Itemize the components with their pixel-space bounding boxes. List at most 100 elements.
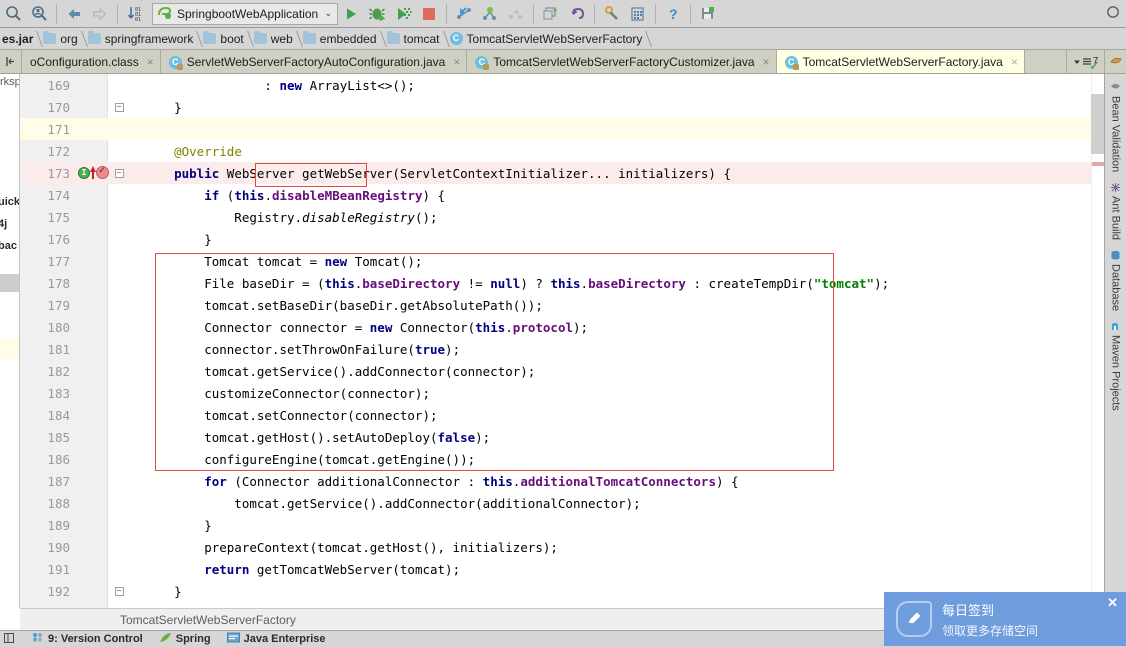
code-line[interactable]: 185 tomcat.getHost().setAutoDeploy(false… xyxy=(20,426,1098,448)
fold-collapse-icon[interactable]: − xyxy=(114,102,124,112)
fold-marker[interactable] xyxy=(108,140,130,162)
tool-window-version-control[interactable]: 9: Version Control xyxy=(32,632,143,646)
debug-icon[interactable] xyxy=(364,2,390,26)
tool-window-spring[interactable]: Spring xyxy=(159,632,211,646)
gutter-markers[interactable] xyxy=(76,140,108,162)
code-line[interactable]: 171 xyxy=(20,118,1098,140)
gutter-markers[interactable]: I xyxy=(76,162,109,184)
code-text[interactable]: @Override xyxy=(130,144,242,159)
code-line[interactable]: 182 tomcat.getService().addConnector(con… xyxy=(20,360,1098,382)
fold-marker[interactable] xyxy=(108,184,130,206)
save-all-icon[interactable] xyxy=(695,2,721,26)
gutter-markers[interactable] xyxy=(76,382,108,404)
fold-marker[interactable] xyxy=(108,382,130,404)
fold-marker[interactable] xyxy=(108,426,130,448)
code-line[interactable]: 172 @Override xyxy=(20,140,1098,162)
fold-marker[interactable] xyxy=(108,492,130,514)
daily-checkin-notification[interactable]: 每日签到 领取更多存储空间 ✕ xyxy=(884,592,1126,646)
gutter-markers[interactable] xyxy=(76,360,108,382)
code-text[interactable]: connector.setThrowOnFailure(true); xyxy=(130,342,460,357)
code-line[interactable]: 170 − } xyxy=(20,96,1098,118)
fold-marker[interactable] xyxy=(108,206,130,228)
code-line[interactable]: 174 if (this.disableMBeanRegistry) { xyxy=(20,184,1098,206)
code-text[interactable]: } xyxy=(130,100,182,115)
fold-marker[interactable] xyxy=(108,470,130,492)
code-content[interactable]: 169 : new ArrayList<>(); 170 − } 171 172 @Ov… xyxy=(20,74,1098,608)
gutter-markers[interactable] xyxy=(76,294,108,316)
gutter-markers[interactable] xyxy=(76,492,108,514)
fold-marker[interactable] xyxy=(108,272,130,294)
vcs-history-icon[interactable] xyxy=(538,2,564,26)
fold-marker[interactable] xyxy=(108,514,130,536)
gutter-markers[interactable] xyxy=(76,338,108,360)
fold-marker[interactable] xyxy=(108,536,130,558)
tool-window-bean-validation[interactable]: Bean Validation xyxy=(1110,78,1122,176)
gutter-markers[interactable] xyxy=(76,448,108,470)
code-text[interactable]: Registry.disableRegistry(); xyxy=(130,210,437,225)
close-icon[interactable]: × xyxy=(453,55,460,69)
close-icon[interactable]: × xyxy=(763,55,770,69)
fold-marker[interactable] xyxy=(108,250,130,272)
arrow-right-icon[interactable] xyxy=(87,2,113,26)
code-line[interactable]: 177 Tomcat tomcat = new Tomcat(); xyxy=(20,250,1098,272)
wrench-icon[interactable] xyxy=(599,2,625,26)
undo-icon[interactable] xyxy=(564,2,590,26)
gutter-markers[interactable] xyxy=(76,536,108,558)
code-text[interactable]: if (this.disableMBeanRegistry) { xyxy=(130,188,445,203)
gutter-markers[interactable] xyxy=(76,96,108,118)
tool-window-database[interactable]: Database xyxy=(1110,246,1122,315)
code-text[interactable]: Connector connector = new Connector(this… xyxy=(130,320,588,335)
close-icon[interactable]: ✕ xyxy=(1107,596,1118,609)
code-line[interactable]: 173 I − public WebServer getWebServer(Serv… xyxy=(20,162,1098,184)
code-line[interactable]: 186 configureEngine(tomcat.getEngine()); xyxy=(20,448,1098,470)
tool-window-java-enterprise[interactable]: Java Enterprise xyxy=(226,632,326,646)
fold-marker[interactable] xyxy=(108,316,130,338)
gutter-markers[interactable] xyxy=(76,250,108,272)
code-text[interactable]: tomcat.setBaseDir(baseDir.getAbsolutePat… xyxy=(130,298,543,313)
fold-marker[interactable] xyxy=(108,118,130,140)
fold-marker[interactable] xyxy=(108,360,130,382)
gutter-markers[interactable] xyxy=(76,514,108,536)
tool-window-maven-projects[interactable]: Maven Projects xyxy=(1110,317,1122,415)
fold-marker[interactable] xyxy=(108,338,130,360)
run-icon[interactable] xyxy=(338,2,364,26)
fold-marker[interactable]: − xyxy=(108,96,130,118)
fold-marker[interactable] xyxy=(108,74,130,96)
vcs-push-icon[interactable] xyxy=(503,2,529,26)
code-text[interactable]: tomcat.setConnector(connector); xyxy=(130,408,437,423)
code-text[interactable]: tomcat.getService().addConnector(additio… xyxy=(130,496,640,511)
pin-tab-icon[interactable] xyxy=(0,50,22,73)
code-line[interactable]: 191 return getTomcatWebServer(tomcat); xyxy=(20,558,1098,580)
code-line[interactable]: 169 : new ArrayList<>(); xyxy=(20,74,1098,96)
code-line[interactable]: 175 Registry.disableRegistry(); xyxy=(20,206,1098,228)
gutter-markers[interactable] xyxy=(76,558,108,580)
code-line[interactable]: 190 prepareContext(tomcat.getHost(), ini… xyxy=(20,536,1098,558)
code-line[interactable]: 188 tomcat.getService().addConnector(add… xyxy=(20,492,1098,514)
fold-marker[interactable] xyxy=(108,294,130,316)
code-text[interactable]: customizeConnector(connector); xyxy=(130,386,430,401)
fold-marker[interactable] xyxy=(108,558,130,580)
project-toggle-icon[interactable] xyxy=(2,632,16,646)
code-editor[interactable]: 169 : new ArrayList<>(); 170 − } 171 172 @Ov… xyxy=(20,74,1098,608)
breadcrumb-item-class[interactable]: C TomcatServletWebServerFactory xyxy=(446,28,649,49)
code-text[interactable]: configureEngine(tomcat.getEngine()); xyxy=(130,452,475,467)
code-line[interactable]: 181 connector.setThrowOnFailure(true); xyxy=(20,338,1098,360)
close-icon[interactable]: × xyxy=(1011,55,1018,69)
gutter-markers[interactable] xyxy=(76,580,108,602)
breadcrumb-item-tomcat[interactable]: tomcat xyxy=(383,28,446,49)
editor-scrollbar[interactable] xyxy=(1091,74,1105,608)
code-text[interactable]: Tomcat tomcat = new Tomcat(); xyxy=(130,254,422,269)
breadcrumb-item-boot[interactable]: boot xyxy=(199,28,249,49)
gutter-markers[interactable] xyxy=(76,228,108,250)
chevron-down-icon[interactable]: ⌄ xyxy=(324,8,332,19)
code-text[interactable]: } xyxy=(130,584,182,599)
code-text[interactable]: File baseDir = (this.baseDirectory != nu… xyxy=(130,276,889,291)
run-configuration-selector[interactable]: SpringbootWebApplication ⌄ xyxy=(152,2,338,25)
gutter-markers[interactable] xyxy=(76,426,108,448)
gutter-markers[interactable] xyxy=(76,316,108,338)
search-everywhere-icon[interactable] xyxy=(0,2,26,26)
code-text[interactable]: : new ArrayList<>(); xyxy=(130,78,415,93)
code-text[interactable]: } xyxy=(130,232,212,247)
search-person-icon[interactable] xyxy=(26,2,52,26)
code-text[interactable]: prepareContext(tomcat.getHost(), initial… xyxy=(130,540,558,555)
